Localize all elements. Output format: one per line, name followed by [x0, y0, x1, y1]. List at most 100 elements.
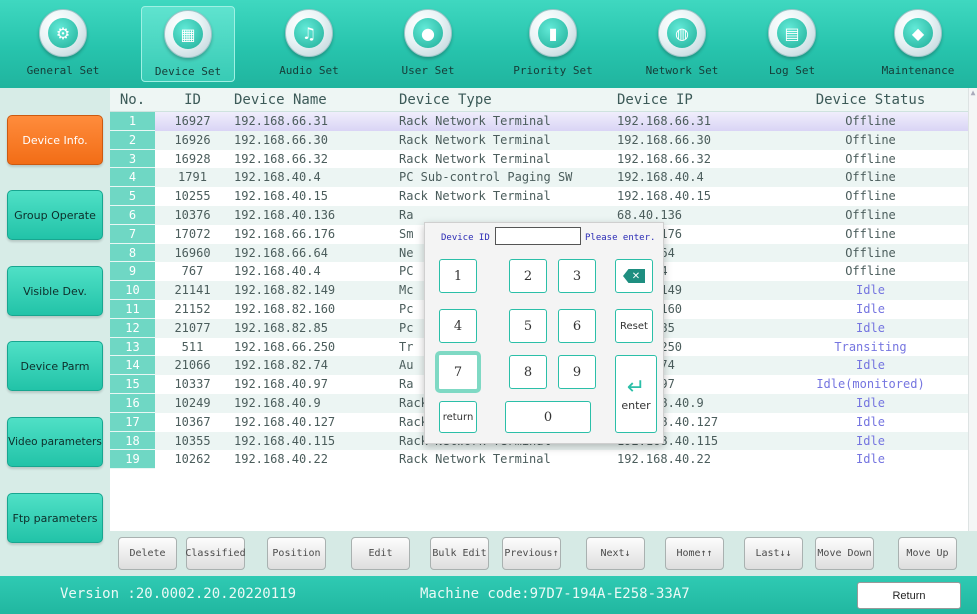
nav-device-set[interactable]: ▦ Device Set — [141, 6, 235, 82]
machine-code-text: Machine code:97D7-194A-E258-33A7 — [420, 586, 690, 602]
cell-id: 21066 — [174, 358, 211, 373]
cell-id: 767 — [181, 264, 204, 279]
bulk-edit-button[interactable]: Bulk Edit — [430, 537, 489, 570]
table-row[interactable]: 1 16927 192.168.66.31 Rack Network Terminal… — [110, 112, 968, 131]
key-2[interactable]: 2 — [509, 259, 547, 293]
device-id-input[interactable] — [495, 227, 581, 245]
cell-name: 192.168.82.74 — [234, 358, 328, 373]
sidebar-item-video-parameters[interactable]: Video parameters — [7, 417, 103, 467]
col-header-status[interactable]: Device Status — [773, 88, 968, 111]
cell-id: 21152 — [174, 301, 211, 316]
cell-status: Offline — [845, 114, 896, 128]
action-bar: Delete Classified Position Edit Bulk Edi… — [110, 531, 977, 576]
cell-status: Offline — [845, 151, 896, 166]
scroll-up-icon[interactable]: ▲ — [969, 88, 977, 97]
cell-name: 192.168.82.160 — [234, 301, 336, 316]
calendar-icon: ▤ — [768, 9, 816, 57]
table-row[interactable]: 4 1791 192.168.40.4 PC Sub-control Paging S… — [110, 168, 968, 188]
key-6[interactable]: 6 — [558, 309, 596, 343]
cell-id: 10255 — [174, 189, 211, 204]
cell-name: 192.168.40.97 — [234, 377, 328, 392]
nav-general-set[interactable]: ⚙ General Set — [16, 6, 110, 82]
nav-label: Audio Set — [279, 64, 339, 77]
edit-button[interactable]: Edit — [351, 537, 410, 570]
return-key[interactable]: return — [439, 401, 477, 433]
nav-label: Maintenance — [881, 64, 955, 77]
cell-ip: 192.168.40.22 — [617, 452, 711, 467]
nav-label: Device Set — [154, 65, 222, 78]
reset-key[interactable]: Reset — [615, 309, 653, 343]
key-0[interactable]: 0 — [505, 401, 591, 433]
move-up-button[interactable]: Move Up — [898, 537, 957, 570]
cell-no: 6 — [110, 205, 155, 225]
sidebar-item-ftp-parameters[interactable]: Ftp parameters — [7, 493, 103, 543]
table-header: No. ID Device Name Device Type Device IP… — [110, 88, 968, 112]
nav-audio-set[interactable]: ♫ Audio Set — [262, 6, 356, 82]
cell-status: Idle — [856, 433, 885, 448]
cell-status: Offline — [845, 170, 896, 185]
top-nav: ⚙ General Set ▦ Device Set ♫ Audio Set ●… — [0, 0, 977, 88]
cell-id: 10355 — [174, 433, 211, 448]
col-header-type[interactable]: Device Type — [395, 88, 613, 111]
cell-ip: 192.168.40.15 — [617, 189, 711, 204]
cell-id: 17072 — [174, 226, 211, 241]
key-9[interactable]: 9 — [558, 355, 596, 389]
cell-name: 192.168.40.136 — [234, 207, 336, 222]
cell-status: Offline — [845, 245, 896, 260]
nav-network-set[interactable]: ◍ Network Set — [635, 6, 729, 82]
sidebar-item-device-parm[interactable]: Device Parm — [7, 341, 103, 391]
nav-label: General Set — [26, 64, 100, 77]
sidebar-item-visible-dev[interactable]: Visible Dev. — [7, 266, 103, 316]
sidebar-item-device-info[interactable]: Device Info. — [7, 115, 103, 165]
nav-maintenance[interactable]: ◆ Maintenance — [871, 6, 965, 82]
last-button[interactable]: Last↓↓ — [744, 537, 803, 570]
key-5[interactable]: 5 — [509, 309, 547, 343]
home-button[interactable]: Home↑↑ — [665, 537, 724, 570]
previous-button[interactable]: Previous↑ — [502, 537, 561, 570]
nav-user-set[interactable]: ● User Set — [381, 6, 475, 82]
cell-no: 12 — [110, 318, 155, 338]
cell-id: 10337 — [174, 377, 211, 392]
cell-status: Idle — [856, 395, 885, 410]
cell-ip: 192.168.66.31 — [617, 114, 711, 128]
key-8[interactable]: 8 — [509, 355, 547, 389]
keypad-hint: Please enter. — [585, 233, 656, 243]
cell-name: 192.168.82.85 — [234, 320, 328, 335]
table-row[interactable]: 19 10262 192.168.40.22 Rack Network Termina… — [110, 450, 968, 470]
gear-icon: ⚙ — [39, 9, 87, 57]
move-down-button[interactable]: Move Down — [815, 537, 874, 570]
table-row[interactable]: 2 16926 192.168.66.30 Rack Network Terminal… — [110, 130, 968, 150]
enter-label: enter — [621, 398, 651, 412]
key-7[interactable]: 7 — [435, 351, 481, 393]
key-3[interactable]: 3 — [558, 259, 596, 293]
cell-no: 8 — [110, 243, 155, 263]
nav-label: Log Set — [768, 64, 816, 77]
classified-button[interactable]: Classified — [185, 537, 246, 570]
cell-status: Idle — [856, 452, 885, 467]
table-row[interactable]: 3 16928 192.168.66.32 Rack Network Terminal… — [110, 149, 968, 169]
col-header-no[interactable]: No. — [110, 88, 155, 111]
cell-type: PC Sub-control Paging SW — [399, 170, 573, 185]
next-button[interactable]: Next↓ — [586, 537, 645, 570]
delete-button[interactable]: Delete — [118, 537, 177, 570]
col-header-ip[interactable]: Device IP — [613, 88, 773, 111]
position-button[interactable]: Position — [267, 537, 326, 570]
return-button[interactable]: Return — [857, 582, 961, 609]
cell-name: 192.168.66.31 — [234, 114, 328, 128]
cell-id: 511 — [181, 339, 204, 354]
cell-no: 7 — [110, 224, 155, 244]
nav-priority-set[interactable]: ▮ Priority Set — [506, 6, 600, 82]
backspace-key[interactable]: ✕ — [615, 259, 653, 293]
cell-id: 10367 — [174, 414, 211, 429]
col-header-name[interactable]: Device Name — [230, 88, 395, 111]
key-1[interactable]: 1 — [439, 259, 477, 293]
sidebar-item-group-operate[interactable]: Group Operate — [7, 190, 103, 240]
enter-key[interactable]: ↵ enter — [615, 355, 657, 433]
nav-label: Network Set — [645, 64, 719, 77]
nav-log-set[interactable]: ▤ Log Set — [745, 6, 839, 82]
key-4[interactable]: 4 — [439, 309, 477, 343]
table-scrollbar[interactable]: ▲ — [968, 88, 977, 531]
col-header-id[interactable]: ID — [155, 88, 230, 111]
cell-status: Offline — [845, 132, 896, 147]
table-row[interactable]: 5 10255 192.168.40.15 Rack Network Terminal… — [110, 187, 968, 206]
